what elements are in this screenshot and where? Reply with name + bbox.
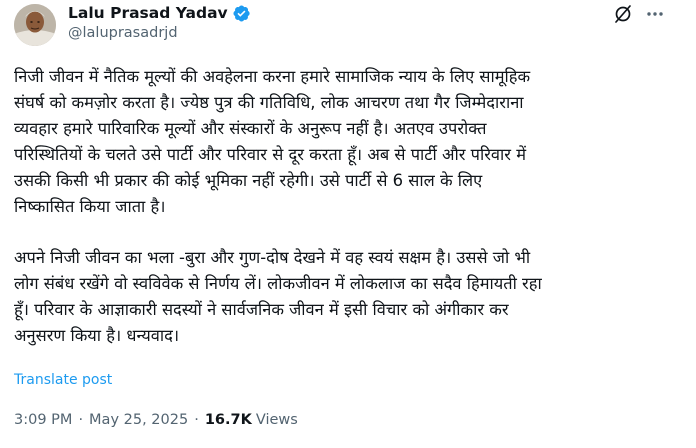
- avatar[interactable]: [14, 4, 56, 46]
- display-name-row: Lalu Prasad Yadav: [68, 2, 251, 24]
- verified-badge-icon[interactable]: [232, 4, 251, 23]
- tweet-paragraph-2: अपने निजी जीवन का भला -बुरा और गुण-दोष द…: [14, 248, 542, 346]
- translate-post-link[interactable]: Translate post: [14, 372, 112, 388]
- more-options-icon[interactable]: [644, 3, 666, 25]
- grok-icon[interactable]: [612, 3, 634, 25]
- meta-separator: ·: [78, 412, 84, 428]
- tweet-date[interactable]: May 25, 2025: [89, 412, 188, 428]
- tweet-time[interactable]: 3:09 PM: [14, 412, 72, 428]
- tweet-paragraph-1: निजी जीवन में नैतिक मूल्यों की अवहेलना क…: [14, 67, 531, 216]
- tweet-text: निजी जीवन में नैतिक मूल्यों की अवहेलना क…: [14, 64, 680, 349]
- tweet-card: Lalu Prasad Yadav @laluprasadrjd निजी जी…: [0, 0, 696, 448]
- meta-separator: ·: [194, 412, 199, 428]
- author-info: Lalu Prasad Yadav @laluprasadrjd: [68, 2, 251, 41]
- display-name[interactable]: Lalu Prasad Yadav: [68, 4, 228, 22]
- avatar-image: [14, 4, 56, 46]
- views-count[interactable]: 16.7K: [205, 412, 252, 428]
- views-label: Views: [255, 412, 298, 428]
- user-handle[interactable]: @laluprasadrjd: [68, 25, 251, 41]
- tweet-meta: 3:09 PM · May 25, 2025 · 16.7K Views: [14, 412, 298, 428]
